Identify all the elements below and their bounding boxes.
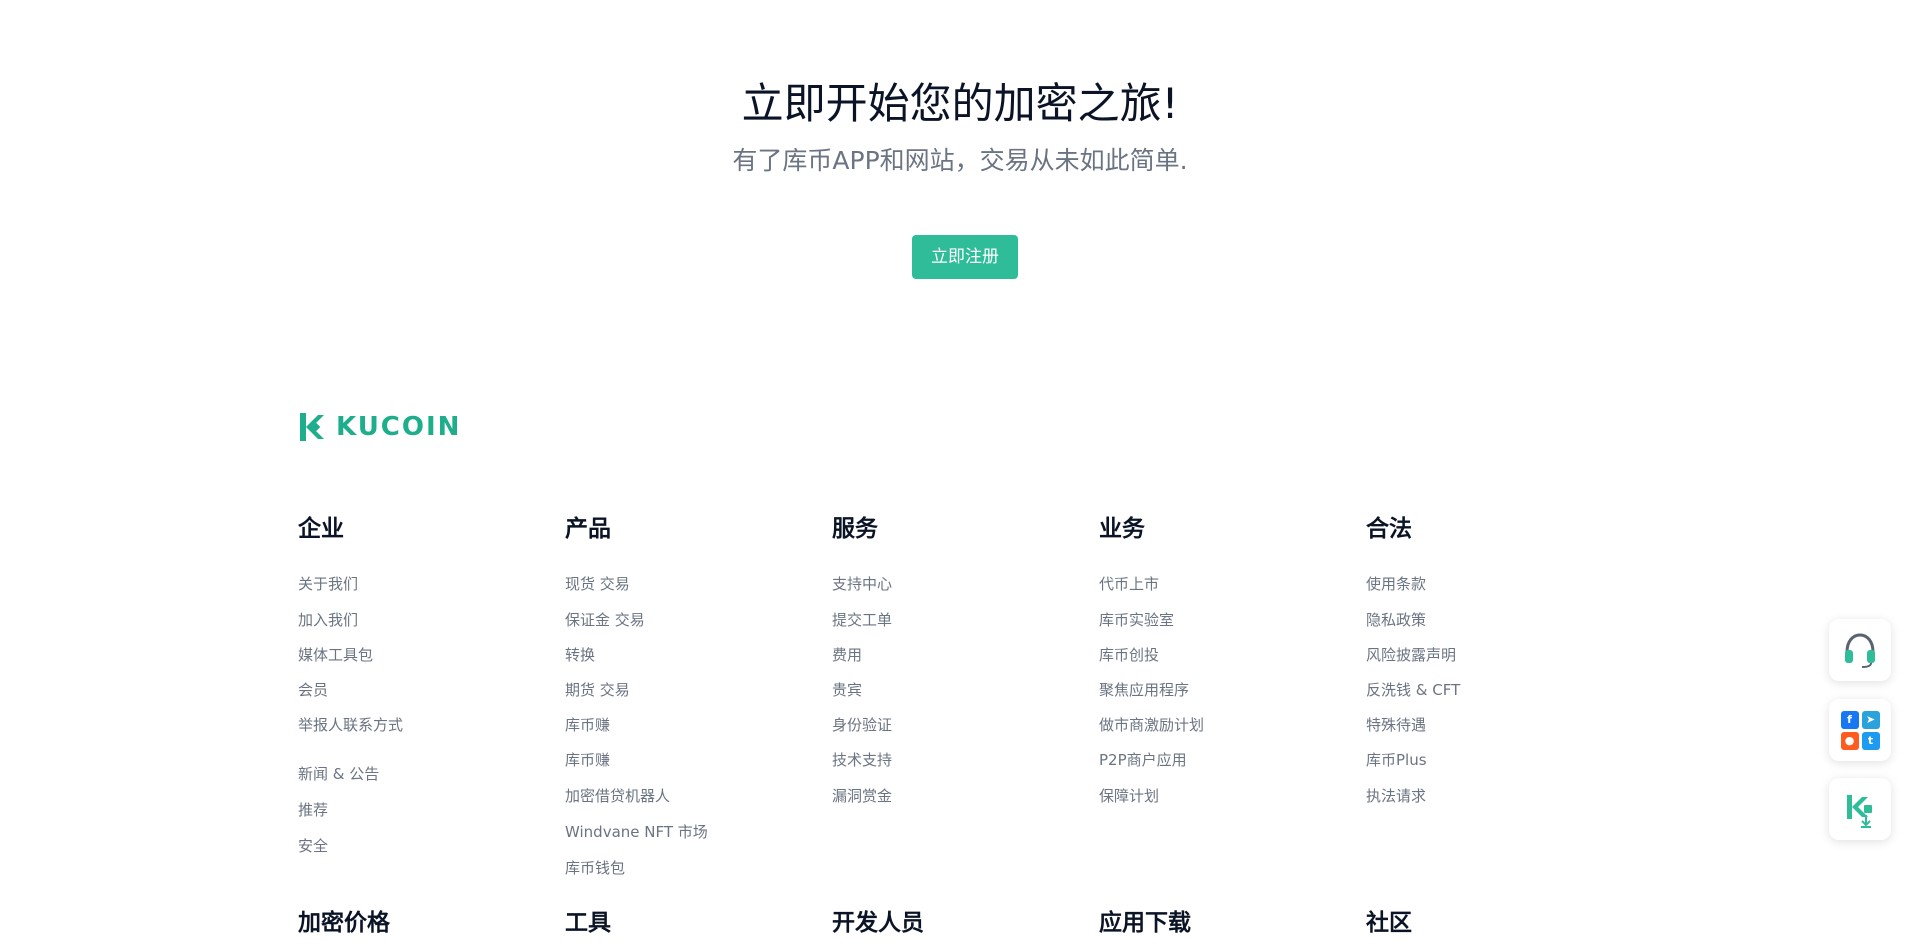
footer-link[interactable]: 代币上市 bbox=[1099, 574, 1159, 594]
footer-column-legal: 合法 使用条款 隐私政策 风险披露声明 反洗钱 & CFT 特殊待遇 库币Plu… bbox=[1366, 514, 1606, 805]
footer-link[interactable]: 库币赚 bbox=[565, 715, 610, 735]
hero-title: 立即开始您的加密之旅! bbox=[741, 79, 1179, 128]
footer-column-title-community: 社区 bbox=[1366, 910, 1412, 936]
footer-link[interactable]: 会员 bbox=[298, 680, 328, 700]
footer-link[interactable]: 媒体工具包 bbox=[298, 645, 373, 665]
footer-link[interactable]: 安全 bbox=[298, 836, 328, 856]
footer-link[interactable]: 加入我们 bbox=[298, 610, 358, 630]
footer-column-title-app-download: 应用下载 bbox=[1099, 910, 1191, 936]
footer-link[interactable]: 期货 交易 bbox=[565, 680, 630, 700]
footer-column-title: 产品 bbox=[565, 516, 611, 542]
footer-column-title-crypto-prices: 加密价格 bbox=[298, 910, 390, 936]
footer-link[interactable]: 提交工单 bbox=[832, 610, 892, 630]
footer-column-title: 服务 bbox=[832, 516, 878, 542]
footer-link[interactable]: 支持中心 bbox=[832, 574, 892, 594]
footer-column-business: 业务 代币上市 库币实验室 库币创投 聚焦应用程序 做市商激励计划 P2P商户应… bbox=[1099, 514, 1339, 805]
footer-link[interactable]: 保证金 交易 bbox=[565, 610, 645, 630]
footer-link[interactable]: Windvane NFT 市场 bbox=[565, 822, 708, 842]
footer-link[interactable]: 现货 交易 bbox=[565, 574, 630, 594]
footer-column-title-tools: 工具 bbox=[565, 910, 611, 936]
footer-link[interactable]: 使用条款 bbox=[1366, 574, 1426, 594]
footer-link[interactable]: 转换 bbox=[565, 645, 595, 665]
footer-link[interactable]: 隐私政策 bbox=[1366, 610, 1426, 630]
footer-link[interactable]: 库币实验室 bbox=[1099, 610, 1174, 630]
facebook-icon: f bbox=[1840, 710, 1859, 729]
footer-column-title: 合法 bbox=[1366, 516, 1412, 542]
footer-link[interactable]: 反洗钱 & CFT bbox=[1366, 680, 1460, 700]
footer-link[interactable]: 特殊待遇 bbox=[1366, 715, 1426, 735]
twitter-icon: t bbox=[1861, 731, 1880, 750]
kucoin-logo-icon bbox=[300, 413, 324, 441]
app-download-icon bbox=[1847, 795, 1872, 828]
app-download-button[interactable] bbox=[1829, 778, 1891, 840]
hero-subtitle: 有了库币APP和网站，交易从未如此简单. bbox=[732, 146, 1188, 175]
social-icons-grid: f ➤ ● t bbox=[1840, 710, 1880, 750]
kucoin-logo[interactable]: KUCOIN bbox=[298, 409, 461, 445]
footer-column-title-developers: 开发人员 bbox=[832, 910, 924, 936]
footer-link[interactable]: 技术支持 bbox=[832, 750, 892, 770]
register-button[interactable]: 立即注册 bbox=[912, 235, 1018, 279]
footer-column-services: 服务 支持中心 提交工单 费用 贵宾 身份验证 技术支持 漏洞赏金 bbox=[832, 514, 1072, 805]
footer-link[interactable]: 执法请求 bbox=[1366, 786, 1426, 806]
footer-column-title: 企业 bbox=[298, 516, 344, 542]
footer-link[interactable]: 推荐 bbox=[298, 800, 328, 820]
footer-link[interactable]: P2P商户应用 bbox=[1099, 750, 1187, 770]
footer-link[interactable]: 库币钱包 bbox=[565, 858, 625, 878]
footer-column-title: 业务 bbox=[1099, 516, 1145, 542]
footer-link[interactable]: 库币Plus bbox=[1366, 750, 1427, 770]
footer-column-products: 产品 现货 交易 保证金 交易 转换 期货 交易 库币赚 库币赚 加密借贷机器人… bbox=[565, 514, 805, 877]
footer-link[interactable]: 做市商激励计划 bbox=[1099, 715, 1204, 735]
headset-icon bbox=[1845, 633, 1875, 668]
page: 立即开始您的加密之旅! 有了库币APP和网站，交易从未如此简单. 立即注册 KU… bbox=[0, 0, 1920, 947]
footer-link[interactable]: 库币赚 bbox=[565, 750, 610, 770]
footer-link[interactable]: 聚焦应用程序 bbox=[1099, 680, 1189, 700]
footer-link[interactable]: 关于我们 bbox=[298, 574, 358, 594]
footer-link[interactable]: 库币创投 bbox=[1099, 645, 1159, 665]
telegram-icon: ➤ bbox=[1861, 710, 1880, 729]
footer-link[interactable]: 费用 bbox=[832, 645, 862, 665]
reddit-icon: ● bbox=[1840, 731, 1859, 750]
footer-link[interactable]: 加密借贷机器人 bbox=[565, 786, 670, 806]
social-media-button[interactable]: f ➤ ● t bbox=[1829, 699, 1891, 761]
footer-link[interactable]: 举报人联系方式 bbox=[298, 715, 403, 735]
customer-support-button[interactable] bbox=[1829, 619, 1891, 681]
footer-link[interactable]: 漏洞赏金 bbox=[832, 786, 892, 806]
footer-link[interactable]: 身份验证 bbox=[832, 715, 892, 735]
kucoin-logo-text: KUCOIN bbox=[336, 412, 462, 442]
footer-link[interactable]: 新闻 & 公告 bbox=[298, 764, 379, 784]
footer-link[interactable]: 风险披露声明 bbox=[1366, 645, 1456, 665]
footer-link[interactable]: 保障计划 bbox=[1099, 786, 1159, 806]
footer-link[interactable]: 贵宾 bbox=[832, 680, 862, 700]
footer-column-company: 企业 关于我们 加入我们 媒体工具包 会员 举报人联系方式 新闻 & 公告 推荐… bbox=[298, 514, 538, 855]
